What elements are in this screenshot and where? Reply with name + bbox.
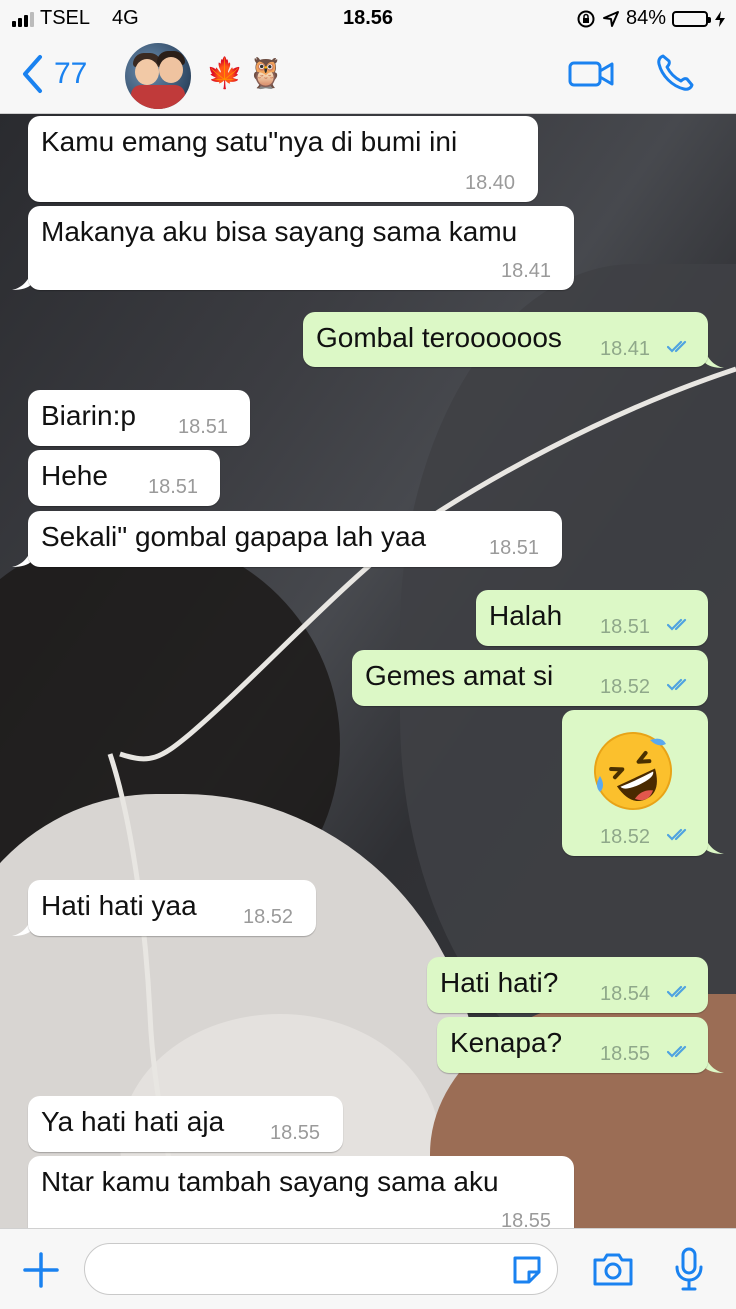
message-text: Hehe bbox=[41, 460, 108, 491]
status-right: 84% bbox=[576, 7, 726, 30]
sticker-icon[interactable] bbox=[510, 1253, 544, 1287]
message-incoming[interactable]: Ntar kamu tambah sayang sama aku 18.55 bbox=[28, 1156, 574, 1228]
message-incoming[interactable]: Biarin:p 18.51 bbox=[28, 390, 250, 446]
message-text: Hati hati? bbox=[440, 967, 559, 998]
battery-icon bbox=[672, 10, 711, 27]
chevron-left-icon bbox=[23, 55, 42, 93]
message-time: 18.40 bbox=[465, 172, 516, 194]
message-outgoing[interactable]: Kenapa? 18.55 bbox=[437, 1017, 708, 1073]
message-time: 18.51 bbox=[489, 537, 540, 559]
avatar[interactable] bbox=[125, 43, 191, 109]
message-time: 18.51 bbox=[600, 616, 651, 638]
rolling-on-floor-laughing-emoji bbox=[594, 732, 672, 810]
status-bar: TSEL 4G 18.56 84% bbox=[0, 0, 736, 38]
message-time: 18.55 bbox=[270, 1122, 321, 1144]
message-time: 18.51 bbox=[178, 416, 229, 438]
message-text: Hati hati yaa bbox=[41, 890, 197, 921]
message-time: 18.54 bbox=[600, 983, 651, 1005]
camera-icon[interactable] bbox=[592, 1251, 634, 1287]
message-incoming[interactable]: Ya hati hati aja 18.55 bbox=[28, 1096, 343, 1152]
message-text: Ya hati hati aja bbox=[41, 1106, 225, 1137]
message-time: 18.51 bbox=[148, 476, 199, 498]
message-text: Gemes amat si bbox=[365, 660, 554, 691]
message-outgoing[interactable]: Hati hati? 18.54 bbox=[427, 957, 708, 1013]
plus-icon[interactable] bbox=[22, 1251, 60, 1289]
message-time: 18.52 bbox=[600, 826, 651, 848]
message-text: Halah bbox=[489, 600, 563, 631]
message-time: 18.41 bbox=[501, 260, 552, 282]
message-text: Sekali" gombal gapapa lah yaa bbox=[41, 521, 427, 552]
message-text: Biarin:p bbox=[41, 400, 136, 431]
chat-header: 77 🍁🦉 bbox=[0, 38, 736, 114]
battery-percent: 84% bbox=[625, 7, 666, 29]
message-text: Ntar kamu tambah sayang sama aku bbox=[41, 1166, 499, 1197]
back-button[interactable]: 77 bbox=[20, 54, 87, 94]
read-receipt-icon bbox=[667, 985, 687, 998]
chat-area[interactable]: Kamu emang satu"nya di bumi ini 18.40 Ma… bbox=[0, 114, 736, 1228]
message-outgoing[interactable]: Gombal teroooooos 18.41 bbox=[303, 312, 708, 367]
message-time: 18.52 bbox=[243, 906, 294, 928]
microphone-icon[interactable] bbox=[674, 1247, 704, 1291]
message-incoming[interactable]: Hehe 18.51 bbox=[28, 450, 220, 506]
message-time: 18.55 bbox=[600, 1043, 651, 1065]
message-text: Makanya aku bisa sayang sama kamu bbox=[41, 216, 518, 247]
read-receipt-icon bbox=[667, 828, 687, 841]
message-text: Kamu emang satu"nya di bumi ini bbox=[41, 126, 458, 157]
charging-bolt-icon bbox=[715, 10, 725, 27]
message-time: 18.55 bbox=[501, 1210, 552, 1228]
message-incoming[interactable]: Hati hati yaa 18.52 bbox=[28, 880, 316, 936]
message-incoming[interactable]: Makanya aku bisa sayang sama kamu 18.41 bbox=[28, 206, 574, 290]
message-input-bar bbox=[0, 1228, 736, 1309]
rotation-lock-icon bbox=[577, 10, 595, 27]
message-text: Kenapa? bbox=[450, 1027, 563, 1058]
message-outgoing[interactable]: Halah 18.51 bbox=[476, 590, 708, 646]
read-receipt-icon bbox=[667, 678, 687, 691]
read-receipt-icon bbox=[667, 1045, 687, 1058]
message-outgoing[interactable]: 18.52 bbox=[562, 710, 708, 856]
unread-count: 77 bbox=[54, 57, 88, 90]
message-incoming[interactable]: Sekali" gombal gapapa lah yaa 18.51 bbox=[28, 511, 562, 567]
read-receipt-icon bbox=[667, 340, 687, 353]
message-incoming[interactable]: Kamu emang satu"nya di bumi ini 18.40 bbox=[28, 116, 538, 202]
contact-name[interactable]: 🍁🦉 bbox=[206, 56, 289, 91]
message-outgoing[interactable]: Gemes amat si 18.52 bbox=[352, 650, 708, 706]
location-arrow-icon bbox=[602, 10, 619, 27]
read-receipt-icon bbox=[667, 618, 687, 631]
video-call-icon[interactable] bbox=[568, 58, 616, 90]
phone-call-icon[interactable] bbox=[654, 52, 696, 94]
message-input[interactable] bbox=[84, 1243, 558, 1295]
message-time: 18.41 bbox=[600, 338, 651, 360]
message-text: Gombal teroooooos bbox=[316, 322, 562, 353]
message-time: 18.52 bbox=[600, 676, 651, 698]
